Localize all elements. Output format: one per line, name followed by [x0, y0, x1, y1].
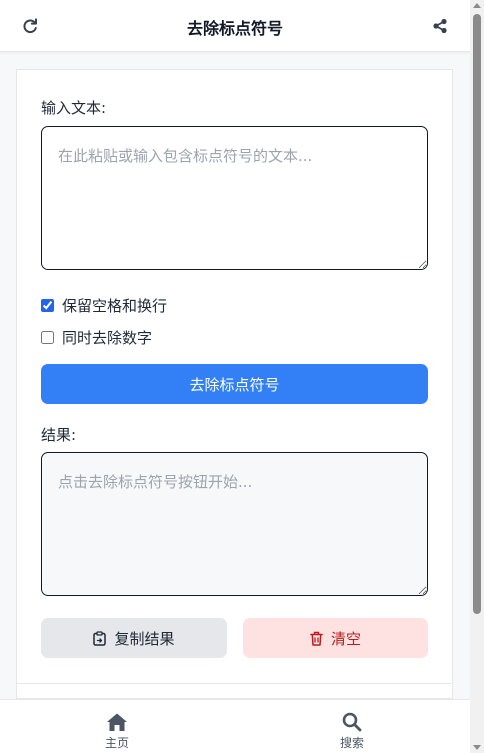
share-button[interactable]: [428, 14, 452, 38]
nav-home-label: 主页: [104, 736, 129, 750]
scroll-up-arrow-icon[interactable]: [473, 3, 481, 8]
scrollbar-thumb[interactable]: [473, 14, 481, 614]
copy-result-button[interactable]: 复制结果: [41, 618, 227, 658]
result-label: 结果:: [41, 426, 77, 444]
share-icon: [433, 18, 447, 34]
app: 去除标点符号 输入文本: 保留空格和换行 同时去除数字 去除标点符号 结果:: [0, 0, 470, 753]
top-bar: 去除标点符号: [0, 0, 470, 52]
clipboard-copy-icon: [93, 630, 107, 646]
clear-label: 清空: [330, 629, 361, 648]
clear-button[interactable]: 清空: [243, 618, 428, 658]
input-textarea[interactable]: [41, 126, 428, 270]
nav-home[interactable]: 主页: [77, 712, 157, 751]
scroll-down-arrow-icon[interactable]: [473, 745, 481, 750]
remove-digits-option[interactable]: 同时去除数字: [41, 327, 152, 348]
card-divider: [16, 683, 453, 684]
page-title: 去除标点符号: [186, 19, 283, 38]
keep-whitespace-checkbox[interactable]: [41, 299, 54, 312]
keep-whitespace-label: 保留空格和换行: [62, 297, 168, 315]
bottom-nav: 主页 搜索: [0, 699, 470, 753]
search-icon: [342, 712, 362, 732]
nav-search-label: 搜索: [339, 736, 364, 750]
remove-digits-label: 同时去除数字: [62, 329, 153, 347]
result-textarea[interactable]: [41, 452, 428, 596]
input-label: 输入文本:: [41, 99, 107, 117]
copy-result-label: 复制结果: [114, 629, 175, 648]
remove-punctuation-button[interactable]: 去除标点符号: [41, 364, 428, 404]
page-scrollbar[interactable]: [470, 0, 484, 753]
nav-search[interactable]: 搜索: [312, 712, 392, 751]
trash-icon: [310, 631, 323, 646]
home-icon: [107, 713, 127, 731]
keep-whitespace-option[interactable]: 保留空格和换行: [41, 295, 167, 316]
remove-digits-checkbox[interactable]: [41, 331, 54, 344]
